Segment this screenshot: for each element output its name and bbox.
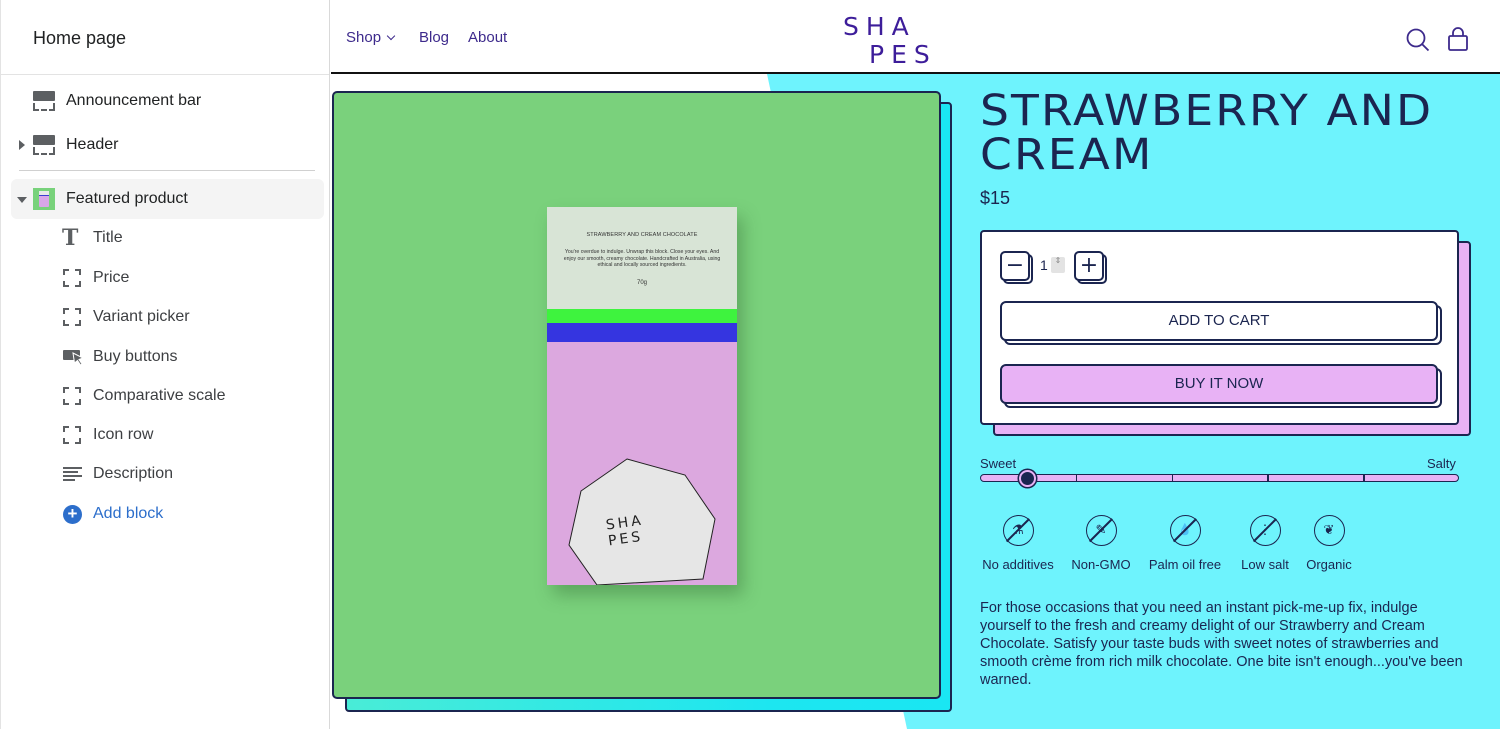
- block-comparative-scale[interactable]: Comparative scale: [1, 381, 331, 411]
- scale-left-label: Sweet: [980, 456, 1017, 471]
- package-text: You're overdue to indulge. Unwrap this b…: [563, 249, 721, 269]
- section-layout-icon: [33, 135, 55, 155]
- logo-line-2: PES: [869, 40, 937, 69]
- plus-icon: +: [1074, 251, 1104, 281]
- placeholder-bracket-icon: [63, 308, 81, 326]
- text-align-lines-icon: [63, 467, 82, 481]
- package-logo: SHA PES: [605, 513, 647, 550]
- nav-shop[interactable]: Shop: [346, 29, 396, 46]
- add-to-cart-label: ADD TO CART: [1000, 301, 1438, 341]
- collapse-caret-down-icon[interactable]: [17, 197, 27, 203]
- add-block-button[interactable]: + Add block: [1, 499, 331, 529]
- product-image[interactable]: STRAWBERRY AND CREAM CHOCOLATE You're ov…: [332, 91, 941, 699]
- block-icon-row[interactable]: Icon row: [1, 420, 331, 450]
- non-gmo-icon: ✎: [1085, 515, 1117, 546]
- buy-it-now-label: BUY IT NOW: [1000, 364, 1438, 404]
- plus-circle-icon: +: [63, 504, 82, 524]
- logo-line-1: SHA: [843, 12, 916, 41]
- badge-label: No additives: [982, 557, 1054, 572]
- product-description: For those occasions that you need an ins…: [980, 600, 1463, 688]
- store-header: Shop Blog About SHA PES: [331, 0, 1500, 74]
- scale-right-label: Salty: [1427, 456, 1456, 471]
- quantity-increase-button[interactable]: +: [1074, 251, 1107, 284]
- section-featured-product[interactable]: Featured product: [1, 181, 331, 217]
- minus-icon: −: [1000, 251, 1030, 281]
- badge-label: Palm oil free: [1148, 557, 1222, 572]
- scale-segment-tick: [1075, 474, 1078, 482]
- buy-it-now-button[interactable]: BUY IT NOW: [1000, 364, 1442, 408]
- block-label: Icon row: [93, 426, 154, 443]
- badge-low-salt: ⋮ Low salt: [1237, 515, 1293, 572]
- block-label: Variant picker: [93, 308, 190, 325]
- text-icon: T: [62, 225, 79, 251]
- section-label: Featured product: [66, 190, 188, 207]
- placeholder-bracket-icon: [63, 387, 81, 405]
- shopping-bag-icon[interactable]: [1448, 27, 1468, 51]
- scale-segment-tick: [1363, 474, 1365, 482]
- quantity-input[interactable]: 1: [1040, 257, 1048, 273]
- nav-shop-label: Shop: [346, 29, 382, 46]
- section-header[interactable]: Header: [1, 127, 331, 163]
- block-buy-buttons[interactable]: Buy buttons: [1, 342, 331, 372]
- comparative-scale-track: [980, 474, 1459, 482]
- section-announcement-bar[interactable]: Announcement bar: [1, 83, 331, 119]
- block-label: Title: [93, 229, 123, 246]
- badge-label: Non-GMO: [1071, 557, 1131, 572]
- palm-oil-free-icon: 💧: [1169, 515, 1201, 546]
- section-label: Header: [66, 136, 119, 153]
- quantity-decrease-button[interactable]: −: [1000, 251, 1033, 284]
- block-price[interactable]: Price: [1, 263, 331, 293]
- block-title[interactable]: T Title: [1, 223, 331, 253]
- section-layout-icon: [33, 91, 55, 111]
- badge-label: Low salt: [1241, 557, 1289, 572]
- theme-editor-sidebar: Home page Announcement bar Header Featur…: [0, 0, 330, 729]
- badge-label: Organic: [1306, 557, 1352, 572]
- package-weight: 70g: [636, 280, 647, 286]
- search-icon[interactable]: [1406, 28, 1430, 52]
- block-label: Price: [93, 269, 130, 286]
- organic-leaf-icon: ❦: [1313, 515, 1345, 546]
- badge-no-additives: ⚗ No additives: [980, 515, 1056, 572]
- block-variant-picker[interactable]: Variant picker: [1, 302, 331, 332]
- expand-caret-right-icon[interactable]: [19, 140, 25, 150]
- nav-about[interactable]: About: [468, 29, 507, 46]
- section-label: Announcement bar: [66, 92, 202, 109]
- block-description[interactable]: Description: [1, 459, 331, 489]
- badge-organic: ❦ Organic: [1303, 515, 1355, 572]
- scale-segment-tick: [1267, 474, 1269, 482]
- page-title: Home page: [1, 0, 329, 75]
- scale-segment-tick: [1171, 474, 1174, 482]
- block-label: Comparative scale: [93, 387, 226, 404]
- product-price: $15: [980, 188, 1011, 208]
- chocolate-package: STRAWBERRY AND CREAM CHOCOLATE You're ov…: [547, 207, 737, 585]
- no-additives-icon: ⚗: [1002, 515, 1034, 546]
- block-label: Buy buttons: [93, 348, 178, 365]
- block-label: Description: [93, 465, 174, 482]
- nav-blog[interactable]: Blog: [419, 29, 449, 46]
- add-to-cart-button[interactable]: ADD TO CART: [1000, 301, 1442, 345]
- chevron-down-icon: [386, 31, 396, 41]
- add-block-label: Add block: [93, 505, 164, 522]
- buy-button-cursor-icon: [63, 348, 85, 366]
- badge-palm-oil-free: 💧 Palm oil free: [1145, 515, 1225, 572]
- low-salt-icon: ⋮: [1249, 515, 1281, 546]
- badge-non-gmo: ✎ Non-GMO: [1069, 515, 1133, 572]
- divider: [19, 170, 315, 171]
- product-title: STRAWBERRY AND CREAM: [980, 86, 1434, 180]
- featured-product-thumbnail-icon: [33, 188, 55, 210]
- package-title: STRAWBERRY AND CREAM CHOCOLATE: [586, 232, 698, 238]
- store-logo[interactable]: SHA PES: [843, 13, 937, 69]
- storefront-preview: Shop Blog About SHA PES STRAWBERRY AND C…: [331, 0, 1500, 729]
- placeholder-bracket-icon: [63, 426, 81, 444]
- placeholder-bracket-icon: [63, 269, 81, 287]
- quantity-spinner-icon[interactable]: ⇕: [1051, 257, 1065, 273]
